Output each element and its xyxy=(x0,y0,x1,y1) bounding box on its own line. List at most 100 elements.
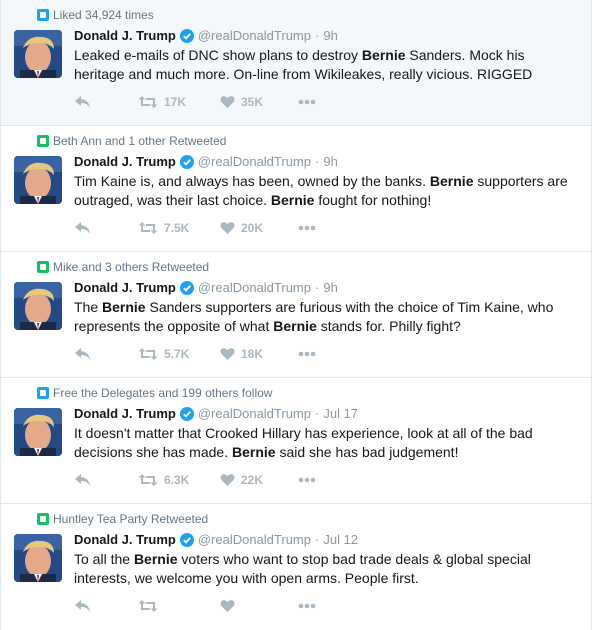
reply-button[interactable] xyxy=(74,95,138,109)
like-button[interactable]: 35K xyxy=(220,95,298,109)
avatar[interactable] xyxy=(14,30,62,78)
avatar[interactable] xyxy=(14,534,62,582)
context-text: Liked 34,924 times xyxy=(53,8,154,22)
tweet[interactable]: Mike and 3 others Retweeted Donald J. Tr… xyxy=(1,252,591,378)
tweet[interactable]: Free the Delegates and 199 others follow… xyxy=(1,378,591,504)
author-handle[interactable]: @realDonaldTrump xyxy=(198,154,311,170)
retweet-button[interactable]: 17K xyxy=(138,95,220,109)
highlighted-keyword: Bernie xyxy=(133,551,178,567)
like-button[interactable]: 18K xyxy=(220,347,298,361)
verified-badge-icon xyxy=(179,281,194,295)
avatar[interactable] xyxy=(14,156,62,204)
more-button[interactable] xyxy=(298,603,316,609)
heart-icon xyxy=(220,474,235,486)
author-handle[interactable]: @realDonaldTrump xyxy=(198,280,311,296)
retweet-badge-icon xyxy=(37,261,49,273)
reply-button[interactable] xyxy=(74,221,138,235)
retweet-icon xyxy=(138,96,158,108)
tweet-context[interactable]: Liked 34,924 times xyxy=(37,7,154,23)
tweet-text: Tim Kaine is, and always has been, owned… xyxy=(74,172,574,210)
tweet-actions: 5.7K 18K xyxy=(74,346,316,362)
author-name[interactable]: Donald J. Trump xyxy=(74,280,176,296)
avatar[interactable] xyxy=(14,408,62,456)
author-handle[interactable]: @realDonaldTrump xyxy=(198,532,311,548)
separator-dot: · xyxy=(315,532,320,547)
separator-dot: · xyxy=(315,154,320,169)
like-count: 18K xyxy=(241,347,264,361)
more-button[interactable] xyxy=(298,477,316,483)
more-icon xyxy=(298,225,316,231)
text-segment: The xyxy=(74,299,103,315)
verified-badge-icon xyxy=(179,155,194,169)
heart-icon xyxy=(220,348,235,360)
retweet-count: 5.7K xyxy=(164,347,190,361)
text-segment: said she has bad judgement! xyxy=(275,444,459,460)
separator-dot: · xyxy=(315,406,320,421)
tweet-timestamp[interactable]: 9h xyxy=(323,28,337,44)
reply-icon xyxy=(75,96,90,108)
retweet-button[interactable]: 7.5K xyxy=(138,221,220,235)
context-text: Huntley Tea Party Retweeted xyxy=(53,512,209,526)
context-text: Free the Delegates and 199 others follow xyxy=(53,386,273,400)
text-segment: stands for. Philly fight? xyxy=(316,318,461,334)
tweet-actions: 7.5K 20K xyxy=(74,220,316,236)
reply-button[interactable] xyxy=(74,347,138,361)
like-count: 20K xyxy=(241,221,264,235)
separator-dot: · xyxy=(315,280,320,295)
tweet[interactable]: Huntley Tea Party Retweeted Donald J. Tr… xyxy=(1,504,591,630)
like-button[interactable]: 22K xyxy=(220,473,298,487)
tweet-timestamp[interactable]: Jul 17 xyxy=(323,406,358,422)
author-name[interactable]: Donald J. Trump xyxy=(74,154,176,170)
highlighted-keyword: Bernie xyxy=(429,173,474,189)
tweet[interactable]: Liked 34,924 times Donald J. Trump @real… xyxy=(1,0,591,126)
tweet-timestamp[interactable]: 9h xyxy=(323,154,337,170)
verified-badge-icon xyxy=(179,29,194,43)
heart-icon xyxy=(220,96,235,108)
tweet-timestamp[interactable]: Jul 12 xyxy=(323,532,358,548)
more-button[interactable] xyxy=(298,351,316,357)
reply-button[interactable] xyxy=(74,599,138,613)
tweet-context[interactable]: Huntley Tea Party Retweeted xyxy=(37,511,209,527)
more-button[interactable] xyxy=(298,99,316,105)
highlighted-keyword: Bernie xyxy=(273,318,317,334)
tweet-context[interactable]: Free the Delegates and 199 others follow xyxy=(37,385,273,401)
tweet[interactable]: Beth Ann and 1 other Retweeted Donald J.… xyxy=(1,126,591,252)
separator-dot: · xyxy=(315,28,320,43)
author-name[interactable]: Donald J. Trump xyxy=(74,28,176,44)
text-segment: Leaked e-mails of DNC show plans to dest… xyxy=(74,47,362,63)
text-segment: Tim Kaine is, and always has been, owned… xyxy=(74,173,430,189)
tweet-context[interactable]: Beth Ann and 1 other Retweeted xyxy=(37,133,226,149)
more-button[interactable] xyxy=(298,225,316,231)
author-name[interactable]: Donald J. Trump xyxy=(74,532,176,548)
tweet-text: To all the Bernie voters who want to sto… xyxy=(74,550,574,588)
retweet-button[interactable] xyxy=(138,599,220,613)
author-handle[interactable]: @realDonaldTrump xyxy=(198,406,311,422)
tweet-actions: 6.3K 22K xyxy=(74,472,316,488)
more-icon xyxy=(298,99,316,105)
reply-button[interactable] xyxy=(74,473,138,487)
retweet-count: 17K xyxy=(164,95,187,109)
text-segment: fought for nothing! xyxy=(314,192,432,208)
heart-badge-icon xyxy=(37,9,49,21)
retweet-icon xyxy=(138,474,158,486)
like-button[interactable] xyxy=(220,599,298,613)
tweet-timestamp[interactable]: 9h xyxy=(323,280,337,296)
like-button[interactable]: 20K xyxy=(220,221,298,235)
avatar[interactable] xyxy=(14,282,62,330)
author-handle[interactable]: @realDonaldTrump xyxy=(198,28,311,44)
retweet-button[interactable]: 6.3K xyxy=(138,473,220,487)
retweet-badge-icon xyxy=(37,513,49,525)
author-name[interactable]: Donald J. Trump xyxy=(74,406,176,422)
reply-icon xyxy=(75,474,90,486)
retweet-icon xyxy=(138,600,158,612)
highlighted-keyword: Bernie xyxy=(361,47,406,63)
tweet-context[interactable]: Mike and 3 others Retweeted xyxy=(37,259,209,275)
tweet-text: The Bernie Sanders supporters are furiou… xyxy=(74,298,574,336)
highlighted-keyword: Bernie xyxy=(231,444,276,460)
reply-icon xyxy=(75,222,90,234)
retweet-count: 7.5K xyxy=(164,221,190,235)
retweet-icon xyxy=(138,222,158,234)
retweet-count: 6.3K xyxy=(164,473,190,487)
retweet-button[interactable]: 5.7K xyxy=(138,347,220,361)
retweet-icon xyxy=(138,348,158,360)
